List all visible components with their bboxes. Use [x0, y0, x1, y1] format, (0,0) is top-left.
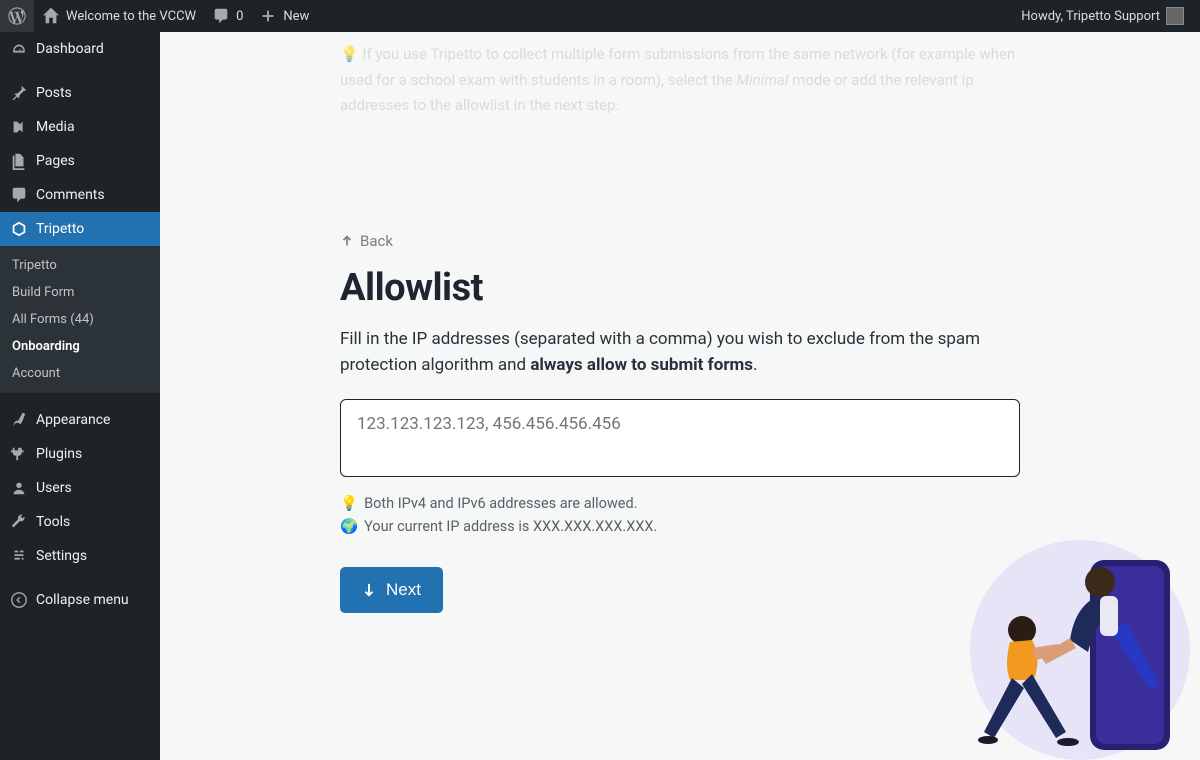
brush-icon [10, 411, 28, 429]
menu-comments[interactable]: Comments [0, 178, 160, 212]
pin-icon [10, 84, 28, 102]
menu-label: Comments [36, 187, 105, 203]
menu-label: Collapse menu [36, 592, 129, 608]
wordpress-icon [8, 7, 26, 25]
comments-count: 0 [236, 9, 243, 24]
admin-sidebar: Dashboard Posts Media Pages Comments Tri… [0, 32, 160, 760]
next-button[interactable]: Next [340, 567, 443, 613]
bulb-icon: 💡 [340, 495, 358, 512]
menu-tripetto[interactable]: Tripetto [0, 212, 160, 246]
menu-appearance[interactable]: Appearance [0, 403, 160, 437]
media-icon [10, 118, 28, 136]
back-label: Back [360, 232, 393, 250]
plus-icon [259, 7, 277, 25]
back-link[interactable]: Back [340, 232, 393, 250]
menu-media[interactable]: Media [0, 110, 160, 144]
settings-icon [10, 547, 28, 565]
submenu-tripetto[interactable]: Tripetto [0, 252, 160, 279]
comment-icon [212, 7, 230, 25]
menu-plugins[interactable]: Plugins [0, 437, 160, 471]
menu-label: Media [36, 119, 75, 135]
menu-users[interactable]: Users [0, 471, 160, 505]
menu-label: Users [36, 480, 72, 496]
wrench-icon [10, 513, 28, 531]
menu-label: Pages [36, 153, 75, 169]
dashboard-icon [10, 40, 28, 58]
main-content: 💡 If you use Tripetto to collect multipl… [160, 32, 1200, 760]
menu-label: Plugins [36, 446, 82, 462]
comment-icon [10, 186, 28, 204]
site-home-link[interactable]: Welcome to the VCCW [34, 0, 204, 32]
plugin-icon [10, 445, 28, 463]
arrow-down-icon [362, 582, 376, 598]
submenu-onboarding[interactable]: Onboarding [0, 333, 160, 360]
arrow-up-icon [340, 234, 354, 248]
submenu-build-form[interactable]: Build Form [0, 279, 160, 306]
comments-link[interactable]: 0 [204, 0, 251, 32]
admin-toolbar: Welcome to the VCCW 0 New Howdy, Tripett… [0, 0, 1200, 32]
menu-pages[interactable]: Pages [0, 144, 160, 178]
menu-label: Settings [36, 548, 87, 564]
allowlist-ip-input[interactable] [340, 399, 1020, 477]
menu-label: Tools [36, 514, 70, 530]
tripetto-submenu: Tripetto Build Form All Forms (44) Onboa… [0, 246, 160, 393]
new-label: New [283, 9, 309, 24]
user-avatar [1166, 7, 1184, 25]
page-title: Allowlist [340, 266, 1020, 310]
submenu-all-forms[interactable]: All Forms (44) [0, 306, 160, 333]
new-content-link[interactable]: New [251, 0, 317, 32]
site-title: Welcome to the VCCW [66, 9, 196, 24]
home-icon [42, 7, 60, 25]
users-icon [10, 479, 28, 497]
howdy-text: Howdy, Tripetto Support [1021, 9, 1160, 24]
menu-settings[interactable]: Settings [0, 539, 160, 573]
next-label: Next [386, 580, 421, 600]
menu-dashboard[interactable]: Dashboard [0, 32, 160, 66]
collapse-menu[interactable]: Collapse menu [0, 583, 160, 617]
hint-ipv4-ipv6: 💡 Both IPv4 and IPv6 addresses are allow… [340, 495, 1020, 512]
pages-icon [10, 152, 28, 170]
menu-posts[interactable]: Posts [0, 76, 160, 110]
previous-step-text: 💡 If you use Tripetto to collect multipl… [340, 32, 1020, 122]
menu-label: Posts [36, 85, 72, 101]
user-account-link[interactable]: Howdy, Tripetto Support [1013, 0, 1192, 32]
menu-tools[interactable]: Tools [0, 505, 160, 539]
menu-label: Appearance [36, 412, 110, 428]
page-description: Fill in the IP addresses (separated with… [340, 326, 1020, 379]
collapse-icon [10, 591, 28, 609]
globe-icon: 🌍 [340, 518, 358, 535]
hint-current-ip: 🌍 Your current IP address is XXX.XXX.XXX… [340, 518, 1020, 535]
wp-logo[interactable] [0, 0, 34, 32]
tripetto-icon [10, 220, 28, 238]
submenu-account[interactable]: Account [0, 360, 160, 387]
menu-label: Tripetto [36, 221, 84, 237]
menu-label: Dashboard [36, 41, 104, 57]
